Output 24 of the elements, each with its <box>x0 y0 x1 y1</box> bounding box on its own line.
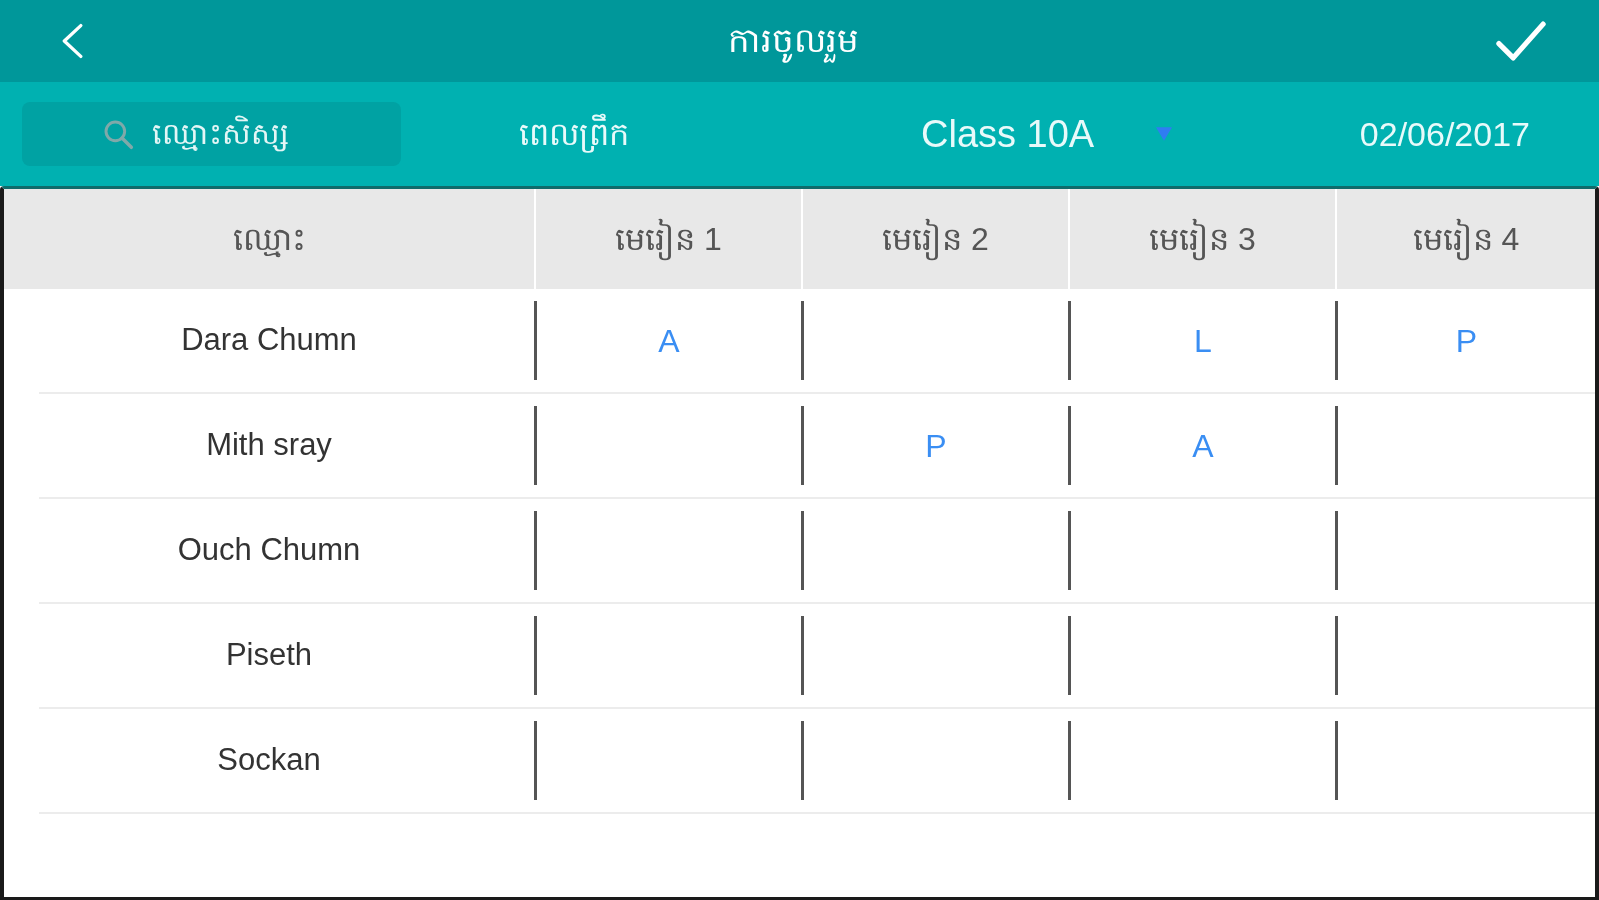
attendance-mark: A <box>1192 426 1214 466</box>
date-label: 02/06/2017 <box>1359 113 1530 155</box>
page-title: ការចូលរួម <box>728 12 859 70</box>
student-name: Dara Chumn <box>181 321 357 360</box>
class-dropdown[interactable]: Class 10A <box>921 105 1173 163</box>
column-header: មេរៀន 4 <box>1335 189 1595 289</box>
search-input[interactable]: ឈ្មោះសិស្ស <box>152 106 372 162</box>
student-name: Piseth <box>225 636 313 675</box>
attendance-mark: L <box>1194 321 1212 361</box>
student-name: Ouch Chumn <box>177 531 361 570</box>
attendance-mark: A <box>658 321 680 361</box>
column-header: មេរៀន 1 <box>534 189 801 289</box>
search-icon <box>102 118 134 150</box>
attendance-mark: P <box>1455 321 1478 361</box>
session-label: ពេលព្រឹក <box>519 112 629 155</box>
attendance-mark: P <box>925 426 947 466</box>
check-icon[interactable] <box>1495 19 1547 63</box>
search-field[interactable]: ឈ្មោះសិស្ស <box>22 102 401 166</box>
column-header: ឈ្មោះ <box>231 220 307 260</box>
student-name: Mith sray <box>206 426 332 465</box>
column-header: មេរៀន 3 <box>1068 189 1335 289</box>
student-name: Sockan <box>217 741 321 780</box>
column-header: មេរៀន 2 <box>801 189 1068 289</box>
caret-icon <box>1156 127 1173 141</box>
